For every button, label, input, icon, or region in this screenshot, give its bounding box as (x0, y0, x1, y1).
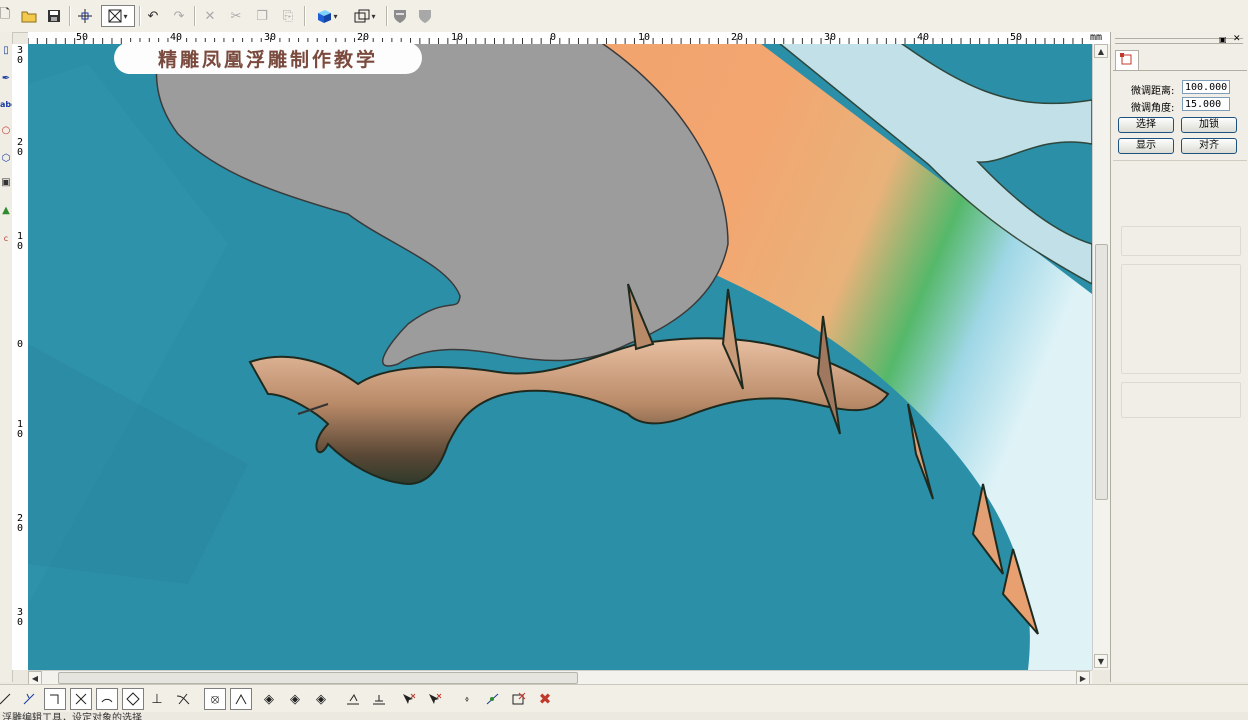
lock-button[interactable]: 加锁 (1181, 117, 1237, 133)
text-tool-icon[interactable]: abc (0, 98, 12, 112)
vertical-ruler: 3 0 2 0 1 0 0 1 0 2 0 3 0 (12, 44, 29, 670)
clear-icon[interactable] (508, 688, 530, 710)
plane-icon[interactable] (342, 688, 364, 710)
diamond-right-icon[interactable]: ◈ (310, 688, 332, 710)
transform-icon[interactable]: ⬫ (456, 688, 478, 710)
status-bar: 浮雕编辑工具，设定对象的选择 (0, 712, 1248, 720)
new-file-icon[interactable]: 🗋 (0, 5, 16, 27)
panel-divider (1113, 70, 1247, 71)
ruler-label: 0 (16, 339, 24, 350)
shield-filled-icon[interactable] (414, 5, 436, 27)
ruler-label: 50 (76, 32, 89, 43)
undo-icon[interactable]: ↶ (142, 5, 164, 27)
align-button[interactable]: 对齐 (1181, 138, 1237, 154)
close-x-icon[interactable]: ✖ (534, 688, 556, 710)
tutorial-title-banner: 精雕凤凰浮雕制作教学 (114, 42, 422, 74)
toolbar-separator (139, 6, 141, 26)
crosshair-icon[interactable] (74, 5, 96, 27)
layer-tool-icon[interactable]: ▣ (0, 176, 12, 190)
scroll-up-icon[interactable]: ▲ (1094, 44, 1108, 58)
grow-tool-icon[interactable]: ▲ (0, 204, 12, 218)
arc-icon[interactable] (96, 688, 118, 710)
shield-icon[interactable] (389, 5, 411, 27)
ruler-label: 0 (550, 32, 557, 43)
panel-tab[interactable] (1115, 50, 1139, 70)
perpendicular-icon[interactable]: ⊥ (146, 688, 168, 710)
save-icon[interactable] (43, 5, 65, 27)
panel-divider (1113, 160, 1247, 161)
ruler-label: 40 (917, 32, 930, 43)
ruler-label: 30 (824, 32, 837, 43)
plane-align-icon[interactable] (368, 688, 390, 710)
angle-input[interactable]: 15.000 (1182, 97, 1230, 111)
circle-node-icon[interactable] (122, 688, 144, 710)
polygon-tool-icon[interactable]: ⬡ (0, 152, 12, 166)
point-icon[interactable]: ⦻ (204, 688, 226, 710)
disabled-group (1121, 226, 1241, 256)
select-cross-icon[interactable] (424, 688, 446, 710)
ruler-label: 20 (731, 32, 744, 43)
line-icon[interactable] (0, 688, 16, 710)
disabled-group (1121, 264, 1241, 374)
select-button[interactable]: 选择 (1118, 117, 1174, 133)
corner-icon[interactable] (44, 688, 66, 710)
distance-input[interactable]: 100.000 (1182, 80, 1230, 94)
tangent-icon[interactable] (172, 688, 194, 710)
ruler-unit: mm (1090, 32, 1103, 43)
diamond-left-icon[interactable]: ◈ (284, 688, 306, 710)
ruler-label-digit: 0 (16, 429, 24, 440)
status-text: 浮雕编辑工具，设定对象的选择 (2, 713, 142, 720)
scroll-down-icon[interactable]: ▼ (1094, 654, 1108, 668)
ruler-label: 10 (638, 32, 651, 43)
ruler-label-digit: 0 (16, 617, 24, 628)
angle-label: 微调角度: (1131, 103, 1175, 114)
cross-icon[interactable] (70, 688, 92, 710)
panel-close-icon[interactable]: ✕ (1233, 34, 1241, 44)
ruler-label: 10 (451, 32, 464, 43)
scroll-right-icon[interactable]: ▶ (1076, 671, 1090, 685)
toolbar-separator (69, 6, 71, 26)
angle-icon[interactable] (230, 688, 252, 710)
delete-icon[interactable]: ✕ (199, 5, 221, 27)
ruler-label-digit: 0 (16, 241, 24, 252)
ruler-label-digit: 0 (16, 55, 24, 66)
distance-label: 微调距离: (1131, 86, 1175, 97)
select-arrow-icon[interactable] (398, 688, 420, 710)
ruler-label: 50 (1010, 32, 1023, 43)
view-box-icon[interactable]: ▾ (348, 5, 382, 27)
circle-tool-icon[interactable]: ○ (0, 124, 12, 138)
pen-tool-icon[interactable]: ✒ (0, 72, 12, 86)
bottom-toolbar: ⊥ ⦻ ◈ ◈ ◈ ⬫ ✖ (0, 684, 1248, 713)
diamond-icon[interactable]: ◈ (258, 688, 280, 710)
rectangle-tool-icon[interactable]: ▯ (0, 44, 12, 58)
redo-icon[interactable]: ↷ (168, 5, 190, 27)
vertical-scrollbar[interactable]: ▲ ▼ (1092, 44, 1110, 670)
ruler-label-digit: 0 (16, 523, 24, 534)
snap-icon[interactable] (482, 688, 504, 710)
phoenix-relief-artwork (28, 44, 1092, 670)
toolbar-separator (194, 6, 196, 26)
view-frame-icon[interactable]: ▾ (101, 5, 135, 27)
show-button[interactable]: 显示 (1118, 138, 1174, 154)
vertical-scroll-thumb[interactable] (1095, 244, 1108, 500)
top-toolbar: 🗋 ▾ ↶ ↷ ✕ ✂ ❐ ⎘ ▾ ▾ (0, 0, 1248, 33)
open-folder-icon[interactable] (18, 5, 40, 27)
disabled-group (1121, 382, 1241, 418)
cut-icon[interactable]: ✂ (225, 5, 247, 27)
relief-canvas[interactable] (28, 44, 1092, 670)
color-cube-icon[interactable]: ▾ (310, 5, 344, 27)
toolbar-separator (386, 6, 388, 26)
toolbar-separator (304, 6, 306, 26)
node-icon[interactable] (18, 688, 40, 710)
color-tool-icon[interactable]: c (0, 232, 12, 246)
ruler-label-digit: 0 (16, 147, 24, 158)
horizontal-scroll-thumb[interactable] (58, 672, 578, 684)
horizontal-scrollbar[interactable]: ◀ ▶ (28, 670, 1092, 685)
panel-restore-icon[interactable]: ▣ (1219, 35, 1227, 44)
paste-icon[interactable]: ⎘ (277, 5, 299, 27)
node-edit-icon (1120, 53, 1132, 65)
fine-tune-panel: ▣ ✕ 微调距离: 100.000 微调角度: 15.000 选择 加锁 显示 … (1110, 32, 1248, 682)
scroll-left-icon[interactable]: ◀ (28, 671, 42, 685)
copy-icon[interactable]: ❐ (251, 5, 273, 27)
